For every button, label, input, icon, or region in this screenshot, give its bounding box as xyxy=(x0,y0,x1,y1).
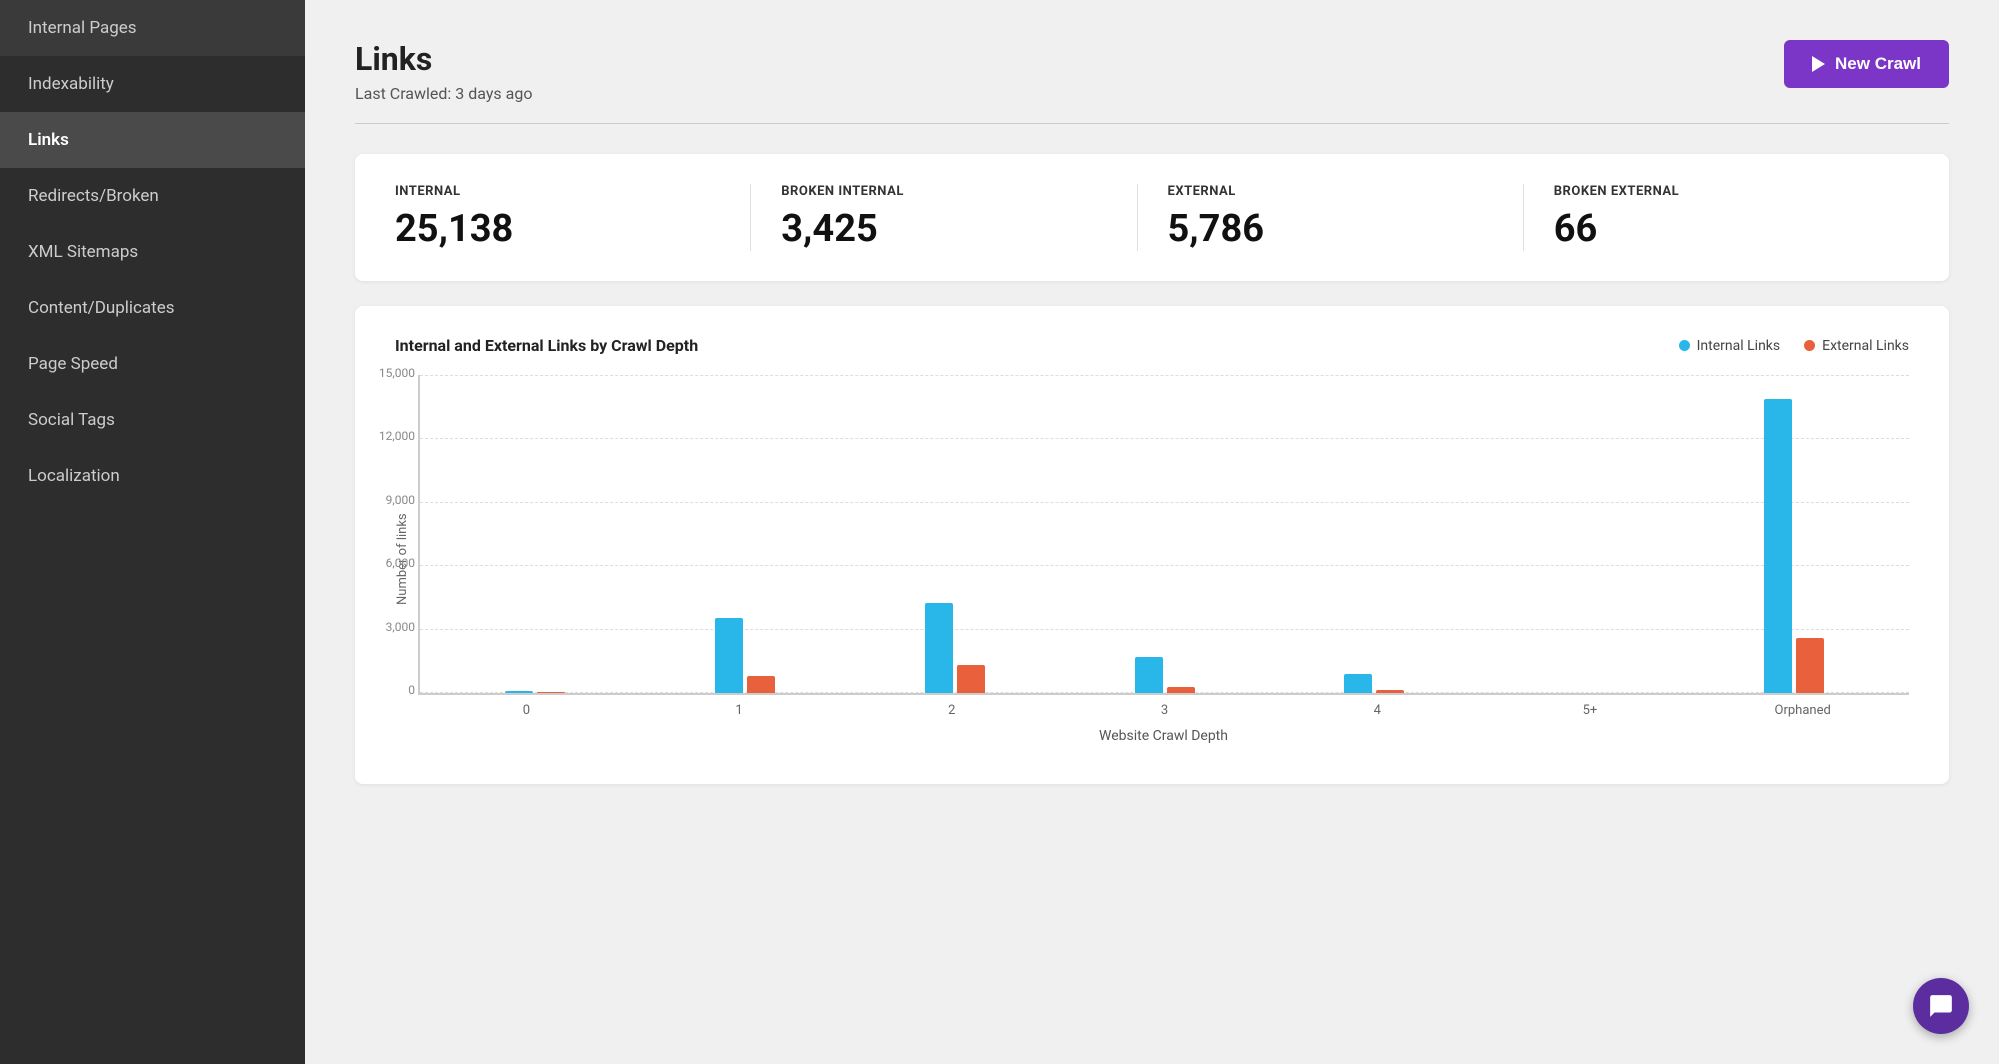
page-header: Links Last Crawled: 3 days ago New Crawl xyxy=(355,40,1949,103)
sidebar-item-content-duplicates[interactable]: Content/Duplicates xyxy=(0,280,305,336)
bar-internal xyxy=(925,603,953,693)
stat-label: INTERNAL xyxy=(395,184,720,199)
new-crawl-button[interactable]: New Crawl xyxy=(1784,40,1949,88)
chart-title: Internal and External Links by Crawl Dep… xyxy=(395,336,698,355)
chart-area: Number of links 15,00012,0009,0006,0003,… xyxy=(395,375,1909,744)
chat-button[interactable] xyxy=(1913,978,1969,1034)
gridline: 6,000 xyxy=(420,565,1909,566)
sidebar-item-xml-sitemaps[interactable]: XML Sitemaps xyxy=(0,224,305,280)
sidebar-item-page-speed[interactable]: Page Speed xyxy=(0,336,305,392)
sidebar-item-localization[interactable]: Localization xyxy=(0,448,305,504)
gridline: 9,000 xyxy=(420,502,1909,503)
bar-internal xyxy=(1135,657,1163,693)
stat-item-internal: INTERNAL 25,138 xyxy=(395,184,751,251)
sidebar-item-redirects-broken[interactable]: Redirects/Broken xyxy=(0,168,305,224)
gridline: 15,000 xyxy=(420,375,1909,376)
legend-dot xyxy=(1804,340,1815,351)
stat-value: 66 xyxy=(1554,207,1879,251)
stat-value: 5,786 xyxy=(1168,207,1493,251)
sidebar-item-internal-pages[interactable]: Internal Pages xyxy=(0,0,305,56)
chart-plot: 15,00012,0009,0006,0003,0000 xyxy=(418,375,1909,695)
x-axis-label: 1 xyxy=(633,703,846,718)
sidebar-item-indexability[interactable]: Indexability xyxy=(0,56,305,112)
bar-external xyxy=(957,665,985,693)
legend-label: Internal Links xyxy=(1697,338,1781,354)
stat-label: BROKEN INTERNAL xyxy=(781,184,1106,199)
stat-item-broken-internal: BROKEN INTERNAL 3,425 xyxy=(751,184,1137,251)
legend-item: External Links xyxy=(1804,338,1909,354)
stat-label: EXTERNAL xyxy=(1168,184,1493,199)
bar-internal xyxy=(505,691,533,693)
stat-value: 3,425 xyxy=(781,207,1106,251)
sidebar: Internal PagesIndexabilityLinksRedirects… xyxy=(0,0,305,1064)
gridline: 12,000 xyxy=(420,438,1909,439)
sidebar-item-social-tags[interactable]: Social Tags xyxy=(0,392,305,448)
bar-group xyxy=(1269,674,1479,693)
legend-dot xyxy=(1679,340,1690,351)
stat-label: BROKEN EXTERNAL xyxy=(1554,184,1879,199)
x-axis-label: 3 xyxy=(1058,703,1271,718)
bar-external xyxy=(747,676,775,693)
bar-external xyxy=(537,692,565,693)
bar-external xyxy=(1796,638,1824,693)
new-crawl-label: New Crawl xyxy=(1835,54,1921,74)
main-content: Links Last Crawled: 3 days ago New Crawl… xyxy=(305,0,1999,1064)
bar-group xyxy=(850,603,1060,693)
bar-internal xyxy=(715,618,743,693)
bar-external xyxy=(1167,687,1195,693)
last-crawled-text: Last Crawled: 3 days ago xyxy=(355,84,532,103)
y-axis-label: Number of links xyxy=(395,375,410,744)
page-title: Links xyxy=(355,40,532,78)
bar-group xyxy=(430,691,640,693)
x-axis: 012345+Orphaned xyxy=(420,695,1909,718)
stat-item-broken-external: BROKEN EXTERNAL 66 xyxy=(1524,184,1909,251)
chart-header: Internal and External Links by Crawl Dep… xyxy=(395,336,1909,355)
bar-group xyxy=(1060,657,1270,693)
x-axis-label: 5+ xyxy=(1484,703,1697,718)
bar-external xyxy=(1376,690,1404,693)
legend-item: Internal Links xyxy=(1679,338,1781,354)
x-axis-label: 2 xyxy=(845,703,1058,718)
stat-item-external: EXTERNAL 5,786 xyxy=(1138,184,1524,251)
x-axis-label: Orphaned xyxy=(1696,703,1909,718)
bar-group xyxy=(1689,399,1899,693)
stat-value: 25,138 xyxy=(395,207,720,251)
header-divider xyxy=(355,123,1949,124)
x-axis-label: 0 xyxy=(420,703,633,718)
x-axis-label: 4 xyxy=(1271,703,1484,718)
bar-internal xyxy=(1344,674,1372,693)
chart-card: Internal and External Links by Crawl Dep… xyxy=(355,306,1949,784)
legend-label: External Links xyxy=(1822,338,1909,354)
sidebar-item-links[interactable]: Links xyxy=(0,112,305,168)
bar-internal xyxy=(1764,399,1792,693)
title-section: Links Last Crawled: 3 days ago xyxy=(355,40,532,103)
play-icon xyxy=(1812,56,1825,72)
chat-icon xyxy=(1928,993,1954,1019)
stats-card: INTERNAL 25,138BROKEN INTERNAL 3,425EXTE… xyxy=(355,154,1949,281)
bar-group xyxy=(640,618,850,693)
chart-inner: 15,00012,0009,0006,0003,0000 012345+Orph… xyxy=(418,375,1909,744)
chart-legend: Internal Links External Links xyxy=(1679,338,1909,354)
x-axis-title: Website Crawl Depth xyxy=(418,728,1909,744)
